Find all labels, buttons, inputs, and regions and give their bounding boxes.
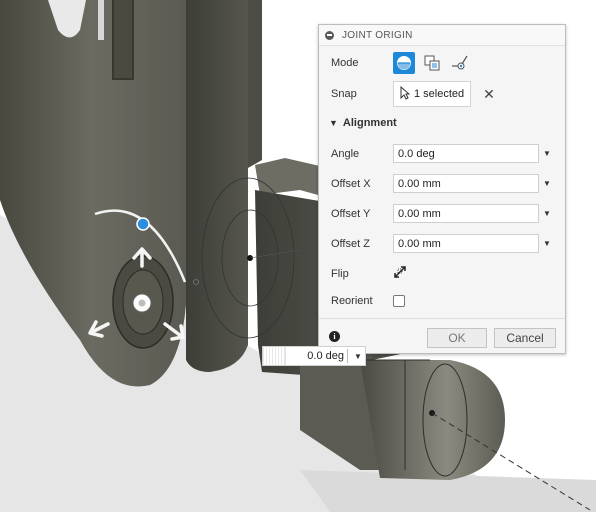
dialog-title: JOINT ORIGIN <box>342 29 413 41</box>
snap-selection-button[interactable]: 1 selected <box>393 81 472 107</box>
rotation-handle <box>136 217 150 231</box>
offset-y-label: Offset Y <box>331 207 371 220</box>
canvas-angle-value[interactable]: 0.0 deg <box>286 349 348 363</box>
flip-icon[interactable] <box>393 265 407 282</box>
angle-label: Angle <box>331 147 360 160</box>
flip-row: Flip <box>331 265 407 282</box>
mode-label: Mode <box>331 57 359 69</box>
alignment-label: Alignment <box>342 117 397 129</box>
snap-label: Snap <box>331 88 357 100</box>
reorient-checkbox[interactable] <box>393 295 405 307</box>
plate-side-face <box>186 0 248 372</box>
cancel-button[interactable]: Cancel <box>494 328 556 348</box>
offset-y-input[interactable] <box>393 204 539 223</box>
tab-cylinder <box>360 360 505 480</box>
collapse-dialog-icon[interactable] <box>325 30 334 40</box>
snap-row: Snap 1 selected ✕ <box>331 81 495 107</box>
joint-origin-dialog: JOINT ORIGIN Mode Snap 1 selected ✕ ▼ Al… <box>318 24 566 354</box>
angle-row: Angle ▼ <box>331 144 551 163</box>
dialog-header: JOINT ORIGIN <box>319 25 565 46</box>
offset-x-row: Offset X ▼ <box>331 174 551 193</box>
offset-z-input[interactable] <box>393 234 539 253</box>
reorient-row: Reorient <box>331 295 405 307</box>
collapse-triangle-icon: ▼ <box>329 118 338 128</box>
two-edge-intersection-icon[interactable] <box>449 52 471 74</box>
offset-y-row: Offset Y ▼ <box>331 204 551 223</box>
snap-selection-count: 1 selected <box>414 88 465 100</box>
drag-grip[interactable] <box>263 347 286 365</box>
between-two-faces-icon[interactable] <box>421 52 443 74</box>
info-icon[interactable]: i <box>329 331 340 342</box>
offset-z-dropdown-icon[interactable]: ▼ <box>543 239 551 248</box>
flip-label: Flip <box>331 267 349 280</box>
angle-dropdown-icon[interactable]: ▼ <box>543 149 551 158</box>
canvas-angle-dropdown-icon[interactable]: ▼ <box>354 352 362 361</box>
ok-button[interactable]: OK <box>427 328 487 348</box>
offset-z-row: Offset Z ▼ <box>331 234 551 253</box>
canvas-angle-input[interactable]: 0.0 deg ▼ <box>262 346 366 366</box>
simple-origin-icon[interactable] <box>393 52 415 74</box>
alignment-section-header[interactable]: ▼ Alignment <box>329 117 397 129</box>
offset-y-dropdown-icon[interactable]: ▼ <box>543 209 551 218</box>
cursor-arrow-icon <box>400 85 411 103</box>
angle-input[interactable] <box>393 144 539 163</box>
reorient-label: Reorient <box>331 295 373 307</box>
offset-z-label: Offset Z <box>331 237 370 250</box>
offset-x-label: Offset X <box>331 177 371 190</box>
offset-x-dropdown-icon[interactable]: ▼ <box>543 179 551 188</box>
offset-x-input[interactable] <box>393 174 539 193</box>
clear-selection-icon[interactable]: ✕ <box>483 86 495 103</box>
mode-row: Mode <box>331 52 477 74</box>
